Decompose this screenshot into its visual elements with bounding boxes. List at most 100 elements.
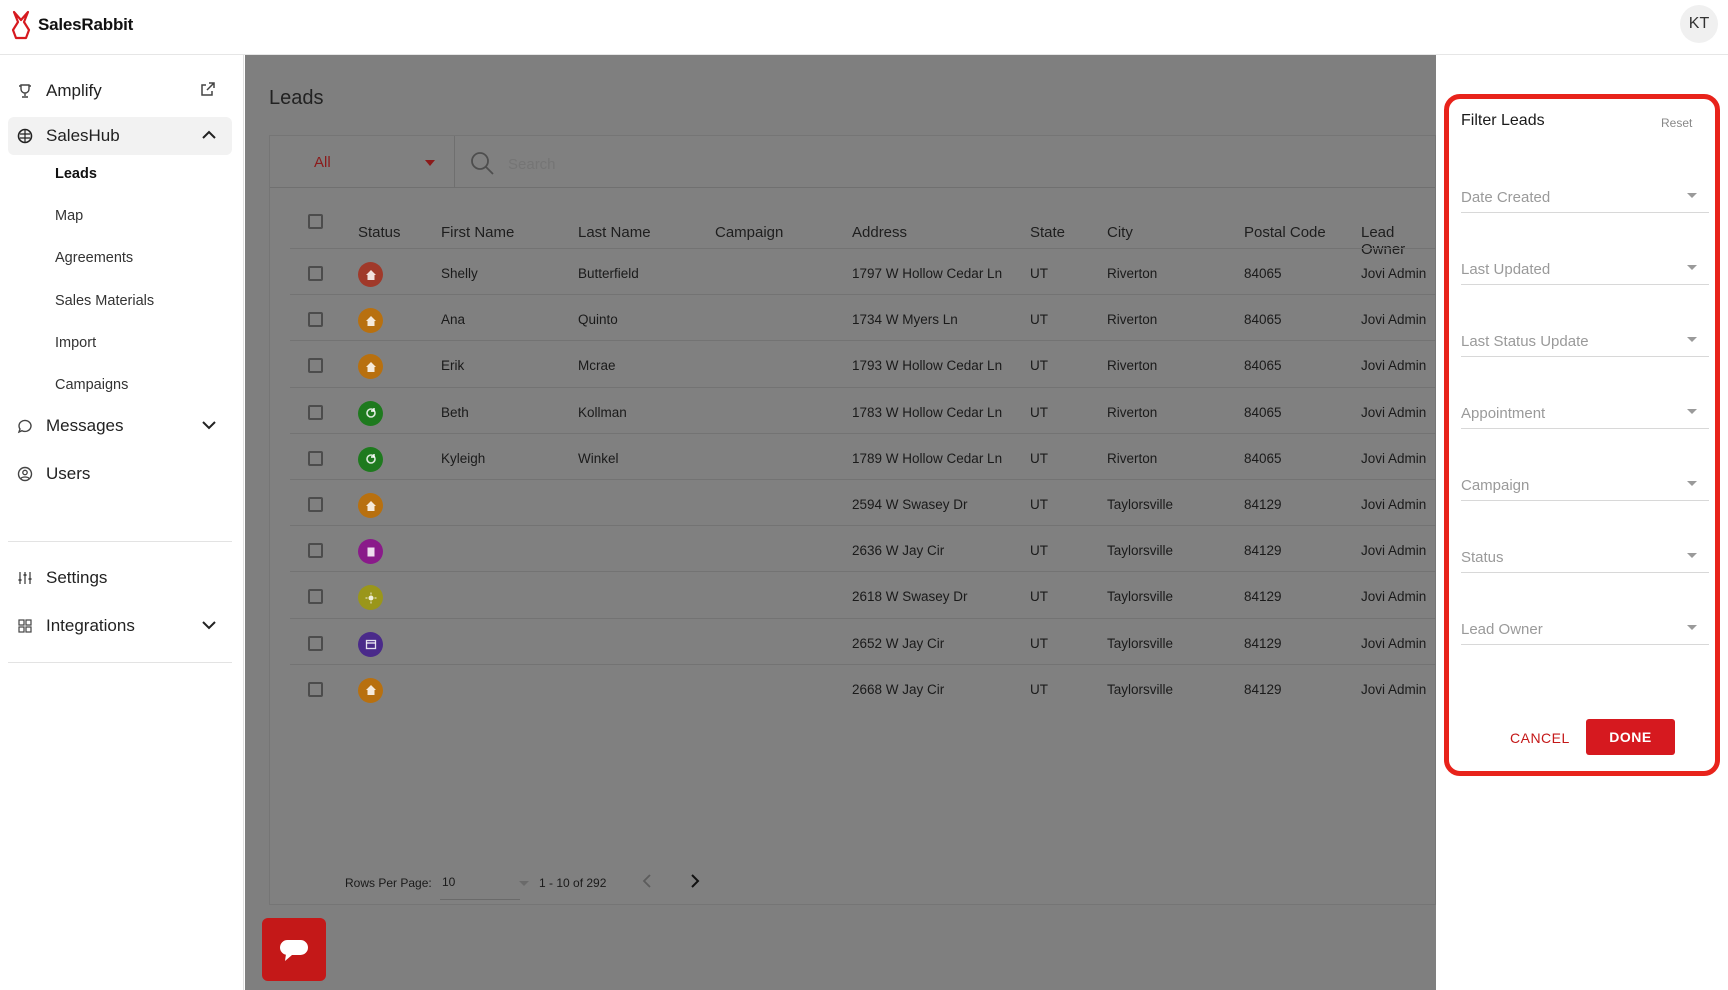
caret-down-icon bbox=[1687, 625, 1697, 630]
table-row[interactable]: 2618 W Swasey Dr UT Taylorsville 84129 Jovi … bbox=[290, 571, 1437, 622]
sidebar-item-settings[interactable]: Settings bbox=[8, 559, 232, 597]
column-header-postal-code[interactable]: Postal Code bbox=[1244, 224, 1326, 241]
caret-down-icon bbox=[1687, 265, 1697, 270]
row-checkbox[interactable] bbox=[308, 266, 323, 281]
table-row[interactable]: Ana Quinto 1734 W Myers Ln UT Riverton 84065 J… bbox=[290, 294, 1437, 345]
sidebar-item-amplify[interactable]: Amplify bbox=[8, 72, 232, 110]
hub-icon bbox=[16, 127, 34, 145]
cell-city: Taylorsville bbox=[1107, 635, 1174, 651]
cell-postal-code: 84065 bbox=[1244, 312, 1282, 328]
table-row[interactable]: Shelly Butterfield 1797 W Hollow Cedar Ln U… bbox=[290, 248, 1437, 299]
row-checkbox[interactable] bbox=[308, 589, 323, 605]
user-avatar[interactable]: KT bbox=[1680, 5, 1718, 43]
sub-item-import[interactable]: Import bbox=[55, 335, 96, 351]
chat-bubble-icon bbox=[16, 417, 34, 435]
sub-item-campaigns[interactable]: Campaigns bbox=[55, 377, 128, 393]
cell-last-name: Butterfield bbox=[578, 266, 639, 281]
table-row[interactable]: Beth Kollman 1783 W Hollow Cedar Ln UT River… bbox=[290, 386, 1437, 438]
cell-address: 1797 W Hollow Cedar Ln bbox=[852, 266, 1003, 281]
cell-first-name: Beth bbox=[441, 404, 469, 420]
caret-down-icon bbox=[1687, 409, 1697, 414]
select-all-checkbox[interactable] bbox=[308, 214, 323, 229]
column-header-last-name[interactable]: Last Name bbox=[578, 224, 651, 241]
cell-postal-code: 84129 bbox=[1244, 497, 1282, 512]
table-row[interactable]: 2594 W Swasey Dr UT Taylorsville 84129 Jovi … bbox=[290, 479, 1437, 530]
sidebar-divider bbox=[8, 662, 232, 663]
cell-lead-owner: Jovi Admin bbox=[1361, 589, 1427, 605]
cell-state: UT bbox=[1030, 543, 1048, 559]
cell-city: Taylorsville bbox=[1107, 543, 1174, 559]
app-name: SalesRabbit bbox=[38, 15, 134, 34]
sub-item-agreements[interactable]: Agreements bbox=[55, 250, 133, 266]
logo[interactable]: SalesRabbit bbox=[10, 10, 133, 40]
sidebar-item-users[interactable]: Users bbox=[8, 455, 232, 493]
chevron-down-icon bbox=[200, 616, 220, 636]
rows-per-page-underline bbox=[440, 899, 520, 900]
search-input[interactable] bbox=[508, 156, 908, 173]
row-checkbox[interactable] bbox=[308, 635, 323, 651]
cell-lead-owner: Jovi Admin bbox=[1361, 358, 1427, 374]
cell-city: Taylorsville bbox=[1107, 589, 1174, 605]
caret-down-icon[interactable] bbox=[425, 160, 435, 166]
chevron-left-icon[interactable] bbox=[640, 873, 654, 889]
home-icon bbox=[365, 269, 376, 280]
done-button[interactable]: DONE bbox=[1586, 719, 1675, 755]
sidebar-item-messages[interactable]: Messages bbox=[8, 407, 232, 445]
column-header-state[interactable]: State bbox=[1030, 224, 1065, 241]
filter-field-date-created[interactable]: Date Created bbox=[1461, 183, 1709, 213]
table-row[interactable]: 2636 W Jay Cir UT Taylorsville 84129 Jovi Ad… bbox=[290, 525, 1437, 576]
cell-postal-code: 84129 bbox=[1244, 543, 1282, 559]
leads-table-card: All Status First Name Last Name Campaign… bbox=[269, 135, 1437, 905]
cell-city: Riverton bbox=[1107, 312, 1158, 328]
column-header-city[interactable]: City bbox=[1107, 224, 1133, 241]
sub-item-leads[interactable]: Leads bbox=[55, 166, 97, 182]
cell-state: UT bbox=[1030, 589, 1048, 605]
table-row[interactable]: Kyleigh Winkel 1789 W Hollow Cedar Ln UT Riv… bbox=[290, 432, 1437, 484]
sidebar-item-integrations[interactable]: Integrations bbox=[8, 607, 232, 645]
cell-state: UT bbox=[1030, 358, 1048, 374]
sub-item-sales-materials[interactable]: Sales Materials bbox=[55, 293, 154, 309]
refresh-icon bbox=[365, 454, 376, 465]
cell-city: Taylorsville bbox=[1107, 681, 1174, 697]
filter-field-appointment[interactable]: Appointment bbox=[1461, 399, 1709, 429]
table-row[interactable]: Erik Mcrae 1793 W Hollow Cedar Ln UT Riverto… bbox=[290, 340, 1437, 391]
filter-field-last-status-update[interactable]: Last Status Update bbox=[1461, 327, 1709, 357]
caret-down-icon bbox=[1687, 553, 1697, 558]
cell-city: Taylorsville bbox=[1107, 497, 1174, 512]
sidebar-item-saleshub[interactable]: SalesHub bbox=[8, 117, 232, 155]
reset-button[interactable]: Reset bbox=[1661, 116, 1692, 130]
table-row[interactable]: 2668 W Jay Cir UT Taylorsville 84129 Jovi Ad… bbox=[290, 663, 1437, 715]
row-checkbox[interactable] bbox=[308, 450, 323, 466]
filter-field-lead-owner[interactable]: Lead Owner bbox=[1461, 615, 1709, 645]
sub-item-map[interactable]: Map bbox=[55, 208, 83, 224]
column-header-campaign[interactable]: Campaign bbox=[715, 224, 783, 241]
caret-down-icon[interactable] bbox=[519, 881, 529, 886]
list-filter-select[interactable]: All bbox=[314, 154, 331, 171]
row-checkbox[interactable] bbox=[308, 543, 323, 559]
chat-support-button[interactable] bbox=[262, 918, 326, 981]
row-checkbox[interactable] bbox=[308, 497, 323, 512]
filter-field-label: Status bbox=[1461, 549, 1504, 566]
table-row[interactable]: 2652 W Jay Cir UT Taylorsville 84129 Jovi Ad… bbox=[290, 617, 1437, 669]
chevron-right-icon[interactable] bbox=[688, 873, 702, 889]
filter-field-last-updated[interactable]: Last Updated bbox=[1461, 255, 1709, 285]
cell-address: 1783 W Hollow Cedar Ln bbox=[852, 404, 1003, 420]
row-checkbox[interactable] bbox=[308, 312, 323, 328]
search-icon bbox=[471, 152, 494, 175]
calendar-icon bbox=[365, 639, 376, 650]
filter-field-campaign[interactable]: Campaign bbox=[1461, 471, 1709, 501]
row-checkbox[interactable] bbox=[308, 681, 323, 697]
cell-address: 1789 W Hollow Cedar Ln bbox=[852, 450, 1003, 466]
sidebar-divider bbox=[8, 541, 232, 542]
column-header-first-name[interactable]: First Name bbox=[441, 224, 514, 241]
document-icon bbox=[367, 547, 374, 557]
row-checkbox[interactable] bbox=[308, 404, 323, 420]
column-header-address[interactable]: Address bbox=[852, 224, 907, 241]
filter-field-status[interactable]: Status bbox=[1461, 543, 1709, 573]
column-header-status[interactable]: Status bbox=[358, 224, 401, 241]
rows-per-page-select[interactable]: 10 bbox=[442, 875, 455, 889]
row-checkbox[interactable] bbox=[308, 358, 323, 374]
cancel-button[interactable]: CANCEL bbox=[1510, 730, 1570, 746]
cell-lead-owner: Jovi Admin bbox=[1361, 681, 1427, 697]
cell-city: Riverton bbox=[1107, 404, 1158, 420]
